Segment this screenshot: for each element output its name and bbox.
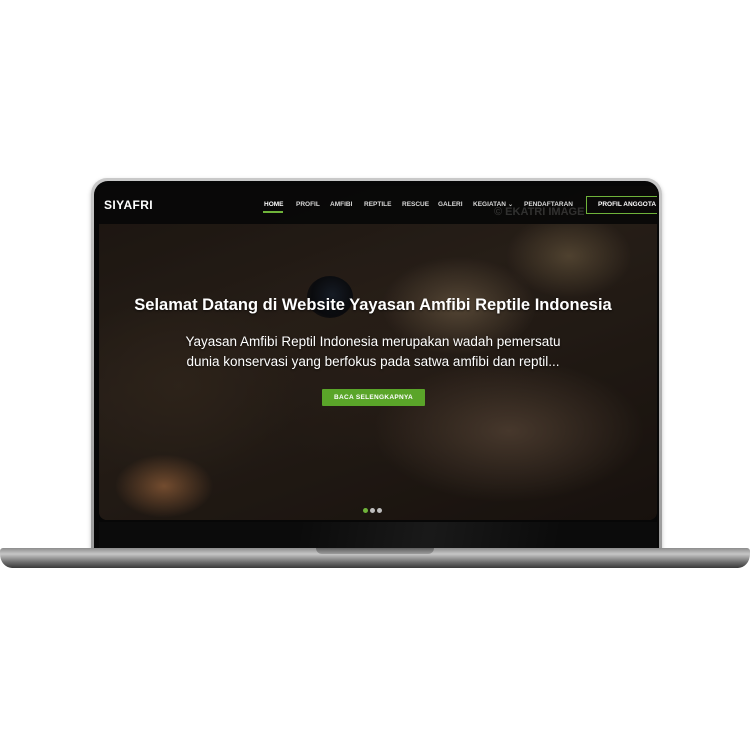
nav-amfibi[interactable]: AMFIBI [330,201,352,208]
carousel-dot-1[interactable] [363,508,368,513]
carousel-dot-3[interactable] [377,508,382,513]
brand-logo[interactable]: SIYAFRI [104,198,153,212]
navbar: SIYAFRI HOME PROFIL AMFIBI REPTILE RESCU… [99,186,657,224]
nav-reptile[interactable]: REPTILE [364,201,391,208]
nav-galeri[interactable]: GALERI [438,201,463,208]
hero-description: Yayasan Amfibi Reptil Indonesia merupaka… [179,332,567,372]
watermark: © EKATRI IMAGE [494,206,585,218]
laptop-screen: SIYAFRI HOME PROFIL AMFIBI REPTILE RESCU… [99,186,657,520]
hero-title: Selamat Datang di Website Yayasan Amfibi… [134,296,612,314]
nav-home[interactable]: HOME [264,201,284,208]
carousel-dot-2[interactable] [370,508,375,513]
read-more-button[interactable]: BACA SELENGKAPNYA [322,389,425,406]
laptop-lower-bezel [99,522,657,548]
hero-description-line-1: Yayasan Amfibi Reptil Indonesia merupaka… [185,334,561,349]
hero-description-line-2: dunia konservasi yang berfokus pada satw… [186,354,560,369]
bezel-reflection [299,522,559,548]
nav-profil[interactable]: PROFIL [296,201,320,208]
nav-rescue[interactable]: RESCUE [402,201,429,208]
nav-active-indicator [263,211,283,213]
profil-anggota-button[interactable]: PROFIL ANGGOTA [586,196,657,214]
laptop-hinge-notch [316,548,434,554]
